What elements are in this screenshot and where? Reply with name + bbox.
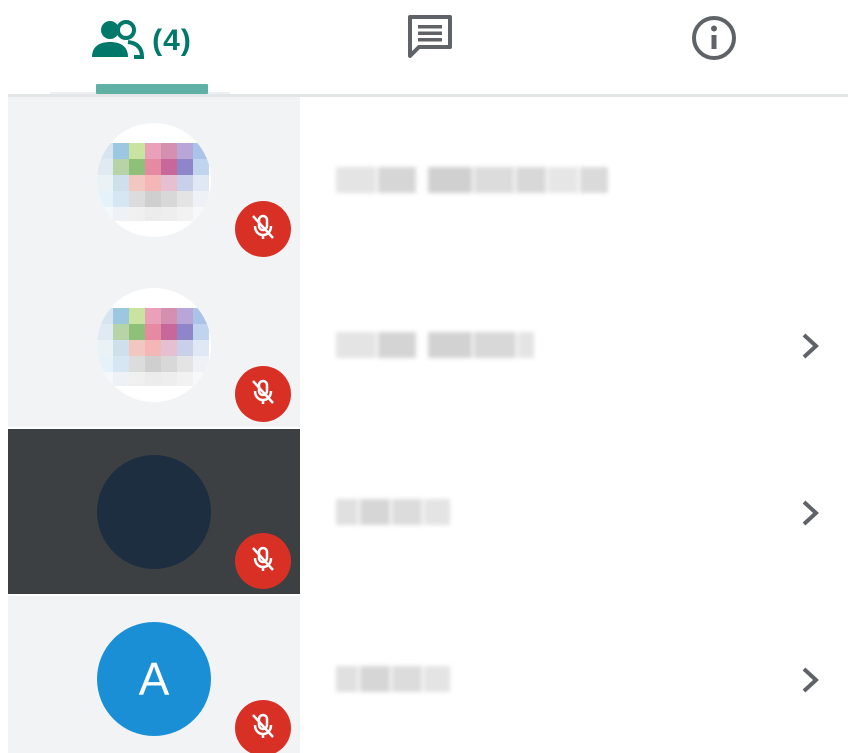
- muted-badge: [235, 366, 291, 422]
- muted-badge: [235, 700, 291, 753]
- tab-people[interactable]: (4): [0, 0, 280, 94]
- chevron-right-icon[interactable]: [790, 660, 830, 700]
- participant-row-3[interactable]: A: [0, 429, 848, 594]
- tab-people-content: (4): [88, 19, 192, 64]
- active-tab-indicator: [96, 84, 208, 94]
- avatar: [97, 288, 211, 402]
- chevron-right-icon[interactable]: [790, 493, 830, 533]
- mic-off-icon: [247, 211, 279, 248]
- participant-name-redacted: [336, 167, 610, 195]
- avatar-photo-mosaic: [97, 123, 211, 237]
- avatar: A: [97, 622, 211, 736]
- participant-name-redacted: [336, 499, 452, 527]
- participant-row-1[interactable]: [0, 97, 848, 262]
- tab-bar: (4): [0, 0, 848, 98]
- muted-badge: [235, 201, 291, 257]
- participant-count: (4): [152, 24, 192, 57]
- mic-off-icon: [247, 543, 279, 580]
- chevron-right-icon[interactable]: [790, 326, 830, 366]
- avatar: [97, 123, 211, 237]
- participant-name-redacted: [336, 332, 536, 360]
- tab-chat[interactable]: [290, 0, 570, 94]
- mic-off-icon: [247, 710, 279, 747]
- participant-row-4[interactable]: A: [0, 596, 848, 753]
- avatar-initial: A: [138, 486, 170, 538]
- avatar: A: [97, 455, 211, 569]
- tab-info[interactable]: [580, 0, 848, 94]
- participant-list: A A: [0, 97, 848, 753]
- avatar-initial: A: [138, 653, 170, 705]
- participant-name-redacted: [336, 666, 452, 694]
- people-icon: [88, 19, 145, 64]
- muted-badge: [235, 533, 291, 589]
- chat-icon: [405, 13, 455, 66]
- participants-panel: (4) A A: [0, 0, 848, 753]
- info-icon: [689, 13, 739, 68]
- avatar-photo-mosaic: [97, 288, 211, 402]
- mic-off-icon: [247, 376, 279, 413]
- participant-row-2[interactable]: [0, 262, 848, 427]
